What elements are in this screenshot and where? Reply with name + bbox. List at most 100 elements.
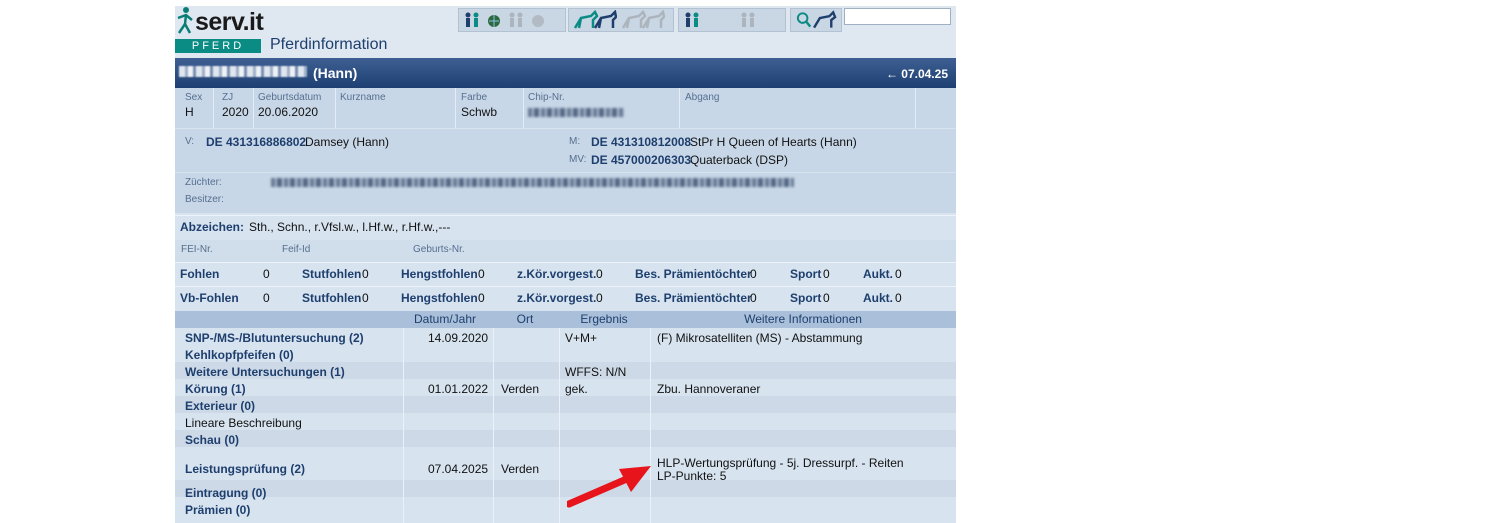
- sex-label: Sex: [185, 92, 203, 103]
- offspring-row: Fohlen 0 Stutfohlen 0 Hengstfohlen 0 z.K…: [175, 262, 956, 286]
- sex-value: H: [185, 105, 194, 119]
- horses-faded-icon[interactable]: [621, 10, 665, 30]
- colts-count: 0: [478, 267, 485, 281]
- markings-label: Abzeichen:: [180, 220, 245, 234]
- family-toolbar-group: [458, 8, 566, 32]
- premium-daughters-count: 0: [750, 291, 757, 305]
- test-name[interactable]: Schau (0): [185, 433, 239, 447]
- fillies-count: 0: [362, 267, 369, 281]
- breeder-value-redacted: [271, 178, 794, 187]
- test-name[interactable]: Exterieur (0): [185, 399, 255, 413]
- dam-name[interactable]: StPr H Queen of Hearts (Hann): [690, 135, 857, 149]
- zj-label: ZJ: [222, 92, 234, 103]
- chip-value-redacted: [528, 108, 624, 117]
- back-arrow-icon[interactable]: ←: [886, 67, 901, 81]
- test-name[interactable]: Kehlkopfpfeifen (0): [185, 348, 294, 362]
- globe-icon[interactable]: [485, 11, 503, 29]
- search-input[interactable]: [844, 8, 951, 25]
- red-arrow-annotation: [567, 466, 651, 508]
- owner-label: Besitzer:: [185, 194, 224, 205]
- globe-faded-icon[interactable]: [529, 11, 547, 29]
- premium-daughters-label: Bes. Prämientöchter: [635, 291, 752, 305]
- tests-table-body: SNP-/MS-/Blutuntersuchung (2) 14.09.2020…: [175, 328, 956, 523]
- test-info: Zbu. Hannoveraner: [657, 382, 761, 396]
- licensing-count: 0: [596, 291, 603, 305]
- licensing-label: z.Kör.vorgest.: [517, 291, 597, 305]
- sire-label: V:: [185, 136, 195, 147]
- basic-data-section: Sex H ZJ 2020 Geburtsdatum 20.06.2020 Ku…: [175, 88, 956, 128]
- pedigree-section: V: DE 431316886802 Damsey (Hann) M: DE 4…: [175, 129, 956, 172]
- test-date: 14.09.2020: [428, 331, 489, 345]
- tests-table-header: Datum/Jahr Ort Ergebnis Weitere Informat…: [175, 311, 956, 328]
- page-title: Pferdinformation: [270, 36, 388, 53]
- family-icon[interactable]: [683, 11, 701, 29]
- ids-section: FEI-Nr. Feif-Id Geburts-Nr.: [175, 240, 956, 262]
- test-place: Verden: [501, 382, 540, 396]
- test-name[interactable]: Weitere Untersuchungen (1): [185, 365, 345, 379]
- title-date: ← 07.04.25: [885, 67, 948, 81]
- fillies-label: Stutfohlen: [302, 267, 362, 281]
- damsire-id[interactable]: DE 457000206303: [591, 153, 691, 167]
- sire-name[interactable]: Damsey (Hann): [305, 135, 389, 149]
- runner-logo-icon: [177, 7, 193, 34]
- premium-daughters-count: 0: [750, 267, 757, 281]
- zj-value: 2020: [222, 105, 249, 119]
- shortname-label: Kurzname: [340, 92, 386, 103]
- dam-id[interactable]: DE 431310812008: [591, 135, 691, 149]
- auction-count: 0: [895, 291, 902, 305]
- fillies-label: Stutfohlen: [302, 291, 362, 305]
- licensing-label: z.Kör.vorgest.: [517, 267, 597, 281]
- test-result: V+M+: [565, 331, 598, 345]
- horse-toolbar-group: [568, 8, 674, 32]
- offspring-label: Vb-Fohlen: [180, 291, 239, 305]
- departure-label: Abgang: [685, 92, 720, 103]
- family-icon[interactable]: [463, 11, 481, 29]
- col-result: Ergebnis: [580, 312, 628, 326]
- damsire-label: MV:: [569, 154, 587, 165]
- licensing-count: 0: [596, 267, 603, 281]
- breeder-label: Züchter:: [185, 177, 222, 188]
- horse-info-app: serv.it PFERD Pferdinformation (Hann) ← …: [175, 6, 956, 523]
- offspring-count: 0: [263, 291, 270, 305]
- family-faded-icon[interactable]: [507, 11, 525, 29]
- damsire-name[interactable]: Quaterback (DSP): [690, 153, 788, 167]
- fillies-count: 0: [362, 291, 369, 305]
- colts-label: Hengstfohlen: [401, 291, 478, 305]
- pferd-badge: PFERD: [175, 39, 261, 53]
- birthno-label: Geburts-Nr.: [413, 244, 465, 255]
- test-name[interactable]: Prämien (0): [185, 503, 250, 517]
- horse-id-redacted: [179, 66, 307, 77]
- chip-label: Chip-Nr.: [528, 92, 565, 103]
- test-name[interactable]: Körung (1): [185, 382, 246, 396]
- servit-logo[interactable]: serv.it: [195, 8, 264, 37]
- family-faded-icon[interactable]: [739, 11, 757, 29]
- test-name[interactable]: Eintragung (0): [185, 486, 266, 500]
- test-name[interactable]: SNP-/MS-/Blutuntersuchung (2): [185, 331, 364, 345]
- markings-value: Sth., Schn., r.Vfsl.w., l.Hf.w., r.Hf.w.…: [249, 220, 451, 234]
- premium-daughters-label: Bes. Prämientöchter: [635, 267, 752, 281]
- test-place: Verden: [501, 462, 540, 476]
- test-name[interactable]: Lineare Beschreibung: [185, 416, 302, 430]
- family2-toolbar-group: [678, 8, 786, 32]
- search-horse-icon[interactable]: [795, 10, 837, 30]
- search-toolbar-group: [790, 8, 842, 32]
- test-info: HLP-Wertungsprüfung - 5j. Dressurpf. - R…: [657, 456, 904, 470]
- col-date: Datum/Jahr: [413, 312, 477, 326]
- dam-label: M:: [569, 136, 581, 147]
- auction-count: 0: [895, 267, 902, 281]
- sire-id[interactable]: DE 431316886802: [206, 135, 306, 149]
- horses-icon[interactable]: [573, 10, 617, 30]
- header: serv.it PFERD Pferdinformation: [175, 6, 956, 58]
- owners-section: Züchter: Besitzer:: [175, 173, 956, 213]
- test-date: 01.01.2022: [428, 382, 489, 396]
- test-info-points: LP-Punkte: 5: [657, 469, 727, 483]
- colts-count: 0: [478, 291, 485, 305]
- test-name[interactable]: Leistungsprüfung (2): [185, 462, 305, 476]
- test-info: (F) Mikrosatelliten (MS) - Abstammung: [657, 331, 863, 345]
- test-date: 07.04.2025: [428, 462, 489, 476]
- color-value: Schwb: [461, 105, 498, 119]
- offspring-label: Fohlen: [180, 267, 220, 281]
- sport-label: Sport: [790, 267, 822, 281]
- sport-count: 0: [823, 291, 830, 305]
- birthdate-value: 20.06.2020: [258, 105, 319, 119]
